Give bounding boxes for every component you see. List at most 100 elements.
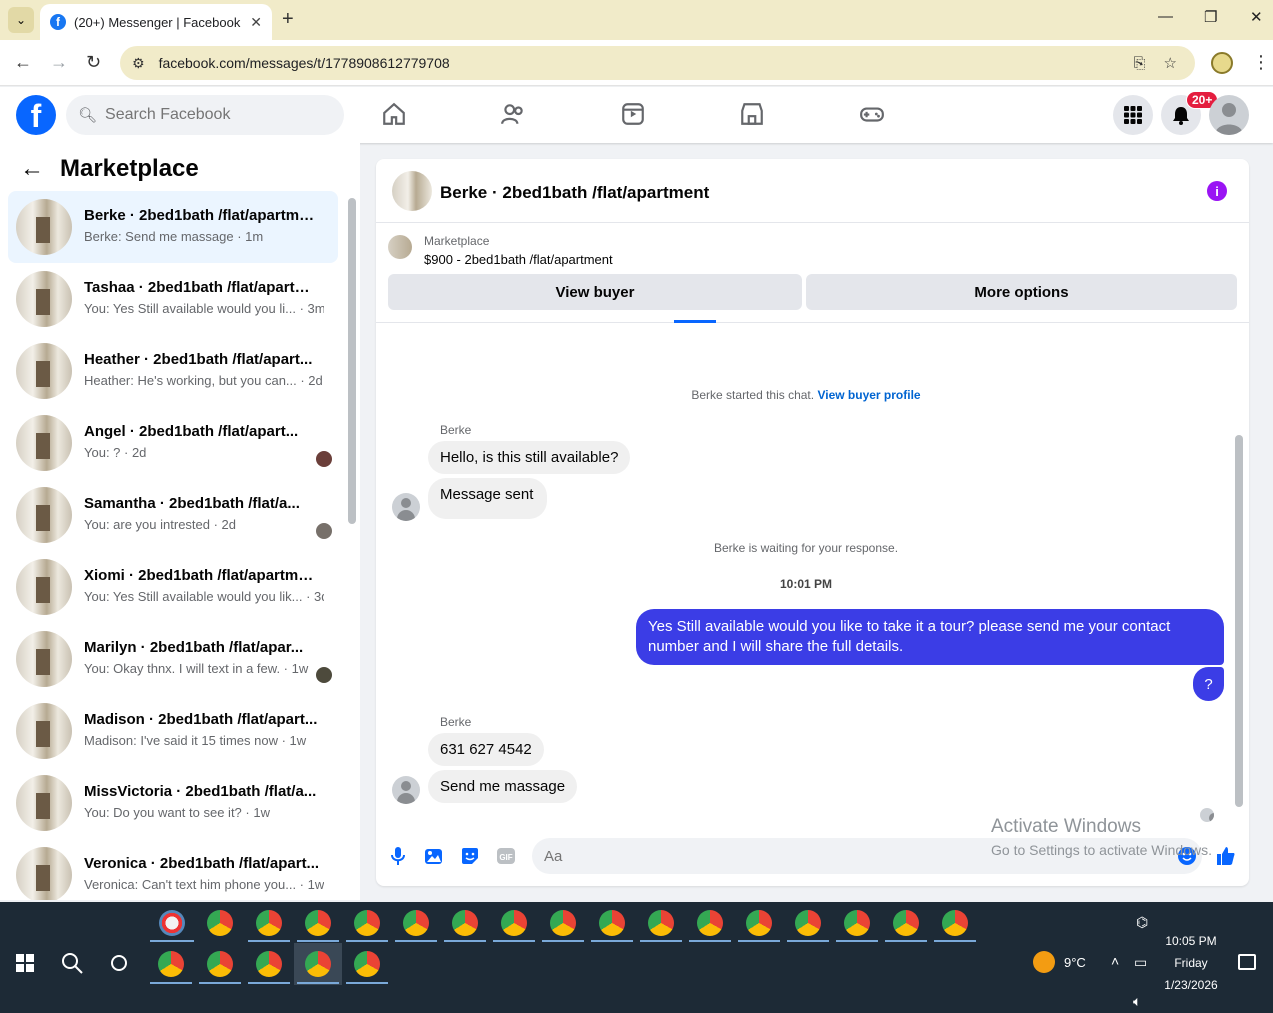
chrome-profile-icon[interactable] <box>452 910 478 936</box>
outgoing-message[interactable]: Yes Still available would you like to ta… <box>636 609 1224 665</box>
restore-icon[interactable]: ❐ <box>1204 8 1217 26</box>
view-buyer-button[interactable]: View buyer <box>388 274 802 310</box>
app-icon[interactable] <box>159 910 185 936</box>
reload-icon[interactable]: ↻ <box>86 52 101 73</box>
facebook-logo-icon[interactable]: f <box>16 95 56 135</box>
tray-chevron-up-icon[interactable]: ˄ <box>1111 953 1119 969</box>
chrome-profile-icon[interactable] <box>305 910 331 936</box>
browser-tab[interactable]: f (20+) Messenger | Facebook ✕ <box>40 4 272 40</box>
chrome-profile-icon[interactable] <box>305 951 331 977</box>
network-icon[interactable]: ▭ <box>1134 954 1147 971</box>
close-window-icon[interactable]: ✕ <box>1250 8 1263 26</box>
chrome-profile-icon[interactable] <box>354 951 380 977</box>
conversation-item[interactable]: MissVictoria · 2bed1bath /flat/a... You:… <box>8 767 338 839</box>
conversation-item[interactable]: Tashaa · 2bed1bath /flat/apartm... You: … <box>8 263 338 335</box>
chrome-icon[interactable] <box>207 910 233 936</box>
sticker-icon[interactable] <box>460 846 480 866</box>
search-icon[interactable] <box>60 951 84 975</box>
volume-icon[interactable]: 🔈︎ <box>1133 993 1141 1010</box>
outgoing-message[interactable]: ? <box>1193 667 1224 701</box>
conversation-item[interactable]: Heather · 2bed1bath /flat/apart... Heath… <box>8 335 338 407</box>
chrome-profile-icon[interactable] <box>844 910 870 936</box>
omnibox[interactable]: ⚙ facebook.com/messages/t/17789086127797… <box>120 46 1195 80</box>
chrome-profile-icon[interactable] <box>599 910 625 936</box>
conversation-item[interactable]: Samantha · 2bed1bath /flat/a... You: are… <box>8 479 338 551</box>
info-icon[interactable]: i <box>1207 181 1227 201</box>
chrome-profile-icon[interactable] <box>697 910 723 936</box>
microphone-icon[interactable] <box>388 846 408 866</box>
incoming-message[interactable]: Send me massage <box>428 770 578 803</box>
chat-avatar[interactable] <box>392 171 432 211</box>
notification-center-icon[interactable] <box>1238 954 1256 970</box>
tab-search-chevron-icon[interactable]: ⌄ <box>8 7 34 33</box>
chrome-profile-icon[interactable] <box>942 910 968 936</box>
chrome-profile-icon[interactable] <box>207 951 233 977</box>
forward-arrow-icon[interactable]: → <box>50 52 68 73</box>
chat-scrollbar[interactable] <box>1235 435 1243 807</box>
device-icon[interactable]: ⌬ <box>1136 914 1148 931</box>
chrome-profile-icon[interactable] <box>354 910 380 936</box>
weather-icon[interactable] <box>1033 951 1055 973</box>
marketplace-conversation-panel: ← Marketplace Berke · 2bed1bath /flat/ap… <box>0 143 360 900</box>
back-arrow-icon[interactable]: ← <box>20 155 44 183</box>
chrome-profile-icon[interactable] <box>795 910 821 936</box>
chrome-profile-icon[interactable] <box>648 910 674 936</box>
chrome-profile-icon[interactable] <box>256 951 282 977</box>
menu-grid-icon[interactable] <box>1113 95 1153 135</box>
clock-day[interactable]: Friday <box>1164 956 1218 970</box>
view-buyer-profile-link[interactable]: View buyer profile <box>817 388 920 402</box>
search-input[interactable] <box>105 106 326 124</box>
gif-icon[interactable]: GIF <box>496 846 516 866</box>
conversation-item[interactable]: Angel · 2bed1bath /flat/apart... You: ? … <box>8 407 338 479</box>
conversation-list-scrollbar[interactable] <box>348 198 356 524</box>
incoming-message[interactable]: 631 627 4542 <box>428 733 544 766</box>
chrome-profile-icon[interactable] <box>1211 52 1233 74</box>
windows-start-icon[interactable] <box>16 954 34 972</box>
video-icon[interactable] <box>620 101 646 127</box>
listing-thumbnail[interactable] <box>388 235 412 259</box>
new-tab-plus-icon[interactable]: + <box>282 8 294 31</box>
back-arrow-icon[interactable]: ← <box>14 52 32 73</box>
chrome-profile-icon[interactable] <box>256 910 282 936</box>
chrome-profile-icon[interactable] <box>501 910 527 936</box>
chrome-profile-icon[interactable] <box>893 910 919 936</box>
task-view-icon[interactable] <box>110 954 128 972</box>
bookmark-star-icon[interactable]: ☆ <box>1164 54 1177 72</box>
marketplace-icon[interactable] <box>739 101 765 127</box>
url-text[interactable]: facebook.com/messages/t/1778908612779708 <box>159 55 1134 71</box>
tab-close-icon[interactable]: ✕ <box>250 14 262 31</box>
chrome-profile-icon[interactable] <box>158 951 184 977</box>
running-indicators <box>248 940 978 942</box>
conversation-item[interactable]: Marilyn · 2bed1bath /flat/apar... You: O… <box>8 623 338 695</box>
conversation-item[interactable]: Xiomi · 2bed1bath /flat/apartment You: Y… <box>8 551 338 623</box>
friends-icon[interactable] <box>500 101 526 127</box>
sender-avatar[interactable] <box>392 493 420 521</box>
conversation-item[interactable]: Berke · 2bed1bath /flat/apartment Berke:… <box>8 191 338 263</box>
conversation-item[interactable]: Veronica · 2bed1bath /flat/apart... Vero… <box>8 839 338 900</box>
clock-time[interactable]: 10:05 PM <box>1164 934 1218 948</box>
more-options-button[interactable]: More options <box>806 274 1237 310</box>
tab-title: (20+) Messenger | Facebook <box>74 14 241 30</box>
chrome-menu-icon[interactable]: ⋮ <box>1252 52 1270 73</box>
sender-avatar[interactable] <box>392 776 420 804</box>
listing-title[interactable]: $900 - 2bed1bath /flat/apartment <box>424 252 613 267</box>
chrome-profile-icon[interactable] <box>550 910 576 936</box>
incoming-message[interactable]: Message sent <box>428 478 548 519</box>
conversation-item[interactable]: Madison · 2bed1bath /flat/apart... Madis… <box>8 695 338 767</box>
like-thumb-icon[interactable] <box>1216 846 1236 866</box>
install-app-icon[interactable]: ⎘ <box>1134 55 1146 72</box>
weather-temp[interactable]: 9°C <box>1064 955 1086 970</box>
chat-header: Berke · 2bed1bath /flat/apartment i <box>376 159 1249 223</box>
incoming-message[interactable]: Hello, is this still available? <box>428 441 631 474</box>
chrome-profile-icon[interactable] <box>746 910 772 936</box>
minimize-icon[interactable]: — <box>1158 8 1173 25</box>
clock-date[interactable]: 1/23/2026 <box>1160 978 1222 992</box>
photo-icon[interactable] <box>424 846 444 866</box>
gaming-icon[interactable] <box>859 101 885 127</box>
chat-title[interactable]: Berke · 2bed1bath /flat/apartment <box>440 183 709 203</box>
chrome-profile-icon[interactable] <box>403 910 429 936</box>
site-info-icon[interactable]: ⚙ <box>132 55 145 72</box>
account-avatar[interactable] <box>1209 95 1249 135</box>
facebook-search[interactable]: 🔍︎ <box>66 95 344 135</box>
home-icon[interactable] <box>381 101 407 127</box>
